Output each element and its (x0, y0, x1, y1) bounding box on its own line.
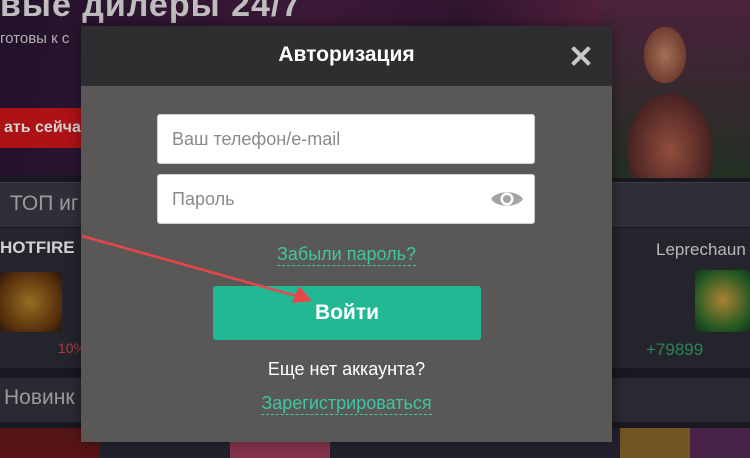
modal-header: Авторизация (81, 26, 612, 86)
login-modal: Авторизация Забыли пароль? Войти Еще нет… (81, 26, 612, 442)
no-account-text: Еще нет аккаунта? (267, 359, 426, 379)
register-label[interactable]: Зарегистрироваться (261, 393, 432, 415)
forgot-password-link[interactable]: Забыли пароль? (81, 244, 612, 266)
register-link[interactable]: Зарегистрироваться (81, 393, 612, 415)
forgot-password-label[interactable]: Забыли пароль? (277, 244, 416, 266)
login-button[interactable]: Войти (213, 286, 481, 340)
password-input[interactable] (157, 174, 535, 224)
password-field-wrapper (157, 174, 535, 224)
modal-title: Авторизация (278, 43, 415, 66)
close-icon[interactable] (569, 44, 593, 68)
eye-icon[interactable] (489, 187, 525, 211)
login-input[interactable] (157, 114, 535, 164)
